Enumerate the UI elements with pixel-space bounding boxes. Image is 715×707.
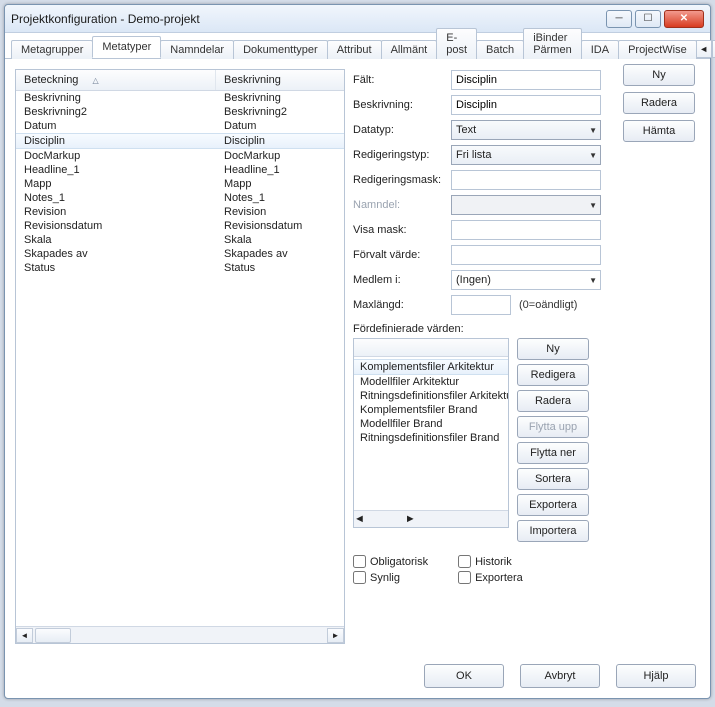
list-item[interactable]: Komplementsfiler Brand <box>354 403 508 417</box>
medlem-select[interactable]: (Ingen)▼ <box>451 270 601 290</box>
avbryt-button[interactable]: Avbryt <box>520 664 600 688</box>
hjalp-button[interactable]: Hjälp <box>616 664 696 688</box>
list-item[interactable]: Komplementsfiler Arkitektur <box>354 359 508 375</box>
exportera-checkbox[interactable]: Exportera <box>458 571 523 584</box>
close-button[interactable]: ✕ <box>664 10 704 28</box>
beskrivning-label: Beskrivning: <box>353 99 451 111</box>
window: Projektkonfiguration - Demo-projekt ─ ☐ … <box>4 4 711 699</box>
tab-attribut[interactable]: Attribut <box>327 40 382 59</box>
tab-batch[interactable]: Batch <box>476 40 524 59</box>
redigeringsmask-label: Redigeringsmask: <box>353 174 451 186</box>
redigeringsmask-input[interactable] <box>451 170 601 190</box>
horizontal-scrollbar[interactable]: ◄ ► <box>16 626 344 643</box>
list-item[interactable]: Modellfiler Brand <box>354 417 508 431</box>
tab-ibinder[interactable]: iBinder Pärmen <box>523 28 582 59</box>
synlig-checkbox[interactable]: Synlig <box>353 571 428 584</box>
table-row[interactable]: BeskrivningBeskrivning <box>16 91 344 105</box>
table-row[interactable]: Beskrivning2Beskrivning2 <box>16 105 344 119</box>
historik-checkbox[interactable]: Historik <box>458 555 523 568</box>
table-row[interactable]: SkalaSkala <box>16 233 344 247</box>
forvalt-input[interactable] <box>451 245 601 265</box>
scroll-thumb[interactable] <box>35 628 71 643</box>
namndel-select: ▼ <box>451 195 601 215</box>
table-row[interactable]: StatusStatus <box>16 261 344 275</box>
tab-allmant[interactable]: Allmänt <box>381 40 438 59</box>
predef-flyttaner-button[interactable]: Flytta ner <box>517 442 589 464</box>
chevron-down-icon: ▼ <box>589 126 597 135</box>
predef-ny-button[interactable]: Ny <box>517 338 589 360</box>
tab-bar: Metagrupper Metatyper Namndelar Dokument… <box>5 33 710 59</box>
predef-label: Fördefinierade värden: <box>353 323 700 335</box>
tab-namndelar[interactable]: Namndelar <box>160 40 234 59</box>
minimize-button[interactable]: ─ <box>606 10 632 28</box>
predef-redigera-button[interactable]: Redigera <box>517 364 589 386</box>
predef-list-header[interactable] <box>354 339 508 357</box>
falt-input[interactable] <box>451 70 601 90</box>
table-row[interactable]: Skapades avSkapades av <box>16 247 344 261</box>
chevron-down-icon: ▼ <box>589 276 597 285</box>
namndel-label: Namndel: <box>353 199 451 211</box>
obligatorisk-checkbox[interactable]: Obligatorisk <box>353 555 428 568</box>
medlem-label: Medlem i: <box>353 274 451 286</box>
scroll-left-icon[interactable]: ◄ <box>16 628 33 643</box>
col-header-beteckning[interactable]: Beteckning△ <box>16 70 216 90</box>
tab-epost[interactable]: E-post <box>436 28 477 59</box>
datatyp-label: Datatyp: <box>353 124 451 136</box>
predef-scrollbar[interactable]: ◄ ► <box>354 510 508 527</box>
falt-label: Fält: <box>353 74 451 86</box>
visamask-label: Visa mask: <box>353 224 451 236</box>
predef-exportera-button[interactable]: Exportera <box>517 494 589 516</box>
predef-sortera-button[interactable]: Sortera <box>517 468 589 490</box>
predef-radera-button[interactable]: Radera <box>517 390 589 412</box>
tab-metatyper[interactable]: Metatyper <box>92 36 161 58</box>
ok-button[interactable]: OK <box>424 664 504 688</box>
tab-scroll-left[interactable]: ◄ <box>696 40 712 58</box>
table-row[interactable]: DatumDatum <box>16 119 344 133</box>
metatype-list: Beteckning△ Beskrivning BeskrivningBeskr… <box>15 69 345 644</box>
chevron-down-icon: ▼ <box>589 151 597 160</box>
redigeringstyp-select[interactable]: Fri lista▼ <box>451 145 601 165</box>
predef-importera-button[interactable]: Importera <box>517 520 589 542</box>
maximize-button[interactable]: ☐ <box>635 10 661 28</box>
table-row[interactable]: MappMapp <box>16 177 344 191</box>
table-row[interactable]: Notes_1Notes_1 <box>16 191 344 205</box>
list-item[interactable]: Modellfiler Arkitektur <box>354 375 508 389</box>
forvalt-label: Förvalt värde: <box>353 249 451 261</box>
tab-projectwise[interactable]: ProjectWise <box>618 40 697 59</box>
list-item[interactable]: Ritningsdefinitionsfiler Brand <box>354 431 508 445</box>
window-title: Projektkonfiguration - Demo-projekt <box>11 12 606 26</box>
side-ny-button[interactable]: Ny <box>623 64 695 86</box>
predef-list[interactable]: Komplementsfiler ArkitekturModellfiler A… <box>353 338 509 528</box>
table-row[interactable]: DisciplinDisciplin <box>16 133 344 149</box>
table-row[interactable]: DocMarkupDocMarkup <box>16 149 344 163</box>
scroll-right-icon[interactable]: ► <box>405 513 416 525</box>
maxlangd-label: Maxlängd: <box>353 299 451 311</box>
beskrivning-input[interactable] <box>451 95 601 115</box>
tab-ida[interactable]: IDA <box>581 40 619 59</box>
redigeringstyp-label: Redigeringstyp: <box>353 149 451 161</box>
predef-flyttaupp-button: Flytta upp <box>517 416 589 438</box>
dialog-footer: OK Avbryt Hjälp <box>5 654 710 698</box>
sort-asc-icon: △ <box>92 76 98 85</box>
table-row[interactable]: Headline_1Headline_1 <box>16 163 344 177</box>
tab-dokumenttyper[interactable]: Dokumenttyper <box>233 40 328 59</box>
list-item[interactable]: Ritningsdefinitionsfiler Arkitektu <box>354 389 508 403</box>
scroll-right-icon[interactable]: ► <box>327 628 344 643</box>
table-row[interactable]: RevisionRevision <box>16 205 344 219</box>
detail-form: Fält: Beskrivning: Datatyp:Text▼ Rediger… <box>353 69 700 644</box>
chevron-down-icon: ▼ <box>589 201 597 210</box>
tab-metagrupper[interactable]: Metagrupper <box>11 40 93 59</box>
scroll-left-icon[interactable]: ◄ <box>354 513 365 525</box>
datatyp-select[interactable]: Text▼ <box>451 120 601 140</box>
list-body[interactable]: BeskrivningBeskrivningBeskrivning2Beskri… <box>16 91 344 626</box>
visamask-input[interactable] <box>451 220 601 240</box>
titlebar: Projektkonfiguration - Demo-projekt ─ ☐ … <box>5 5 710 33</box>
side-radera-button[interactable]: Radera <box>623 92 695 114</box>
col-header-beskrivning[interactable]: Beskrivning <box>216 70 289 90</box>
maxlangd-note: (0=oändligt) <box>519 299 577 311</box>
table-row[interactable]: RevisionsdatumRevisionsdatum <box>16 219 344 233</box>
side-hamta-button[interactable]: Hämta <box>623 120 695 142</box>
maxlangd-input[interactable] <box>451 295 511 315</box>
